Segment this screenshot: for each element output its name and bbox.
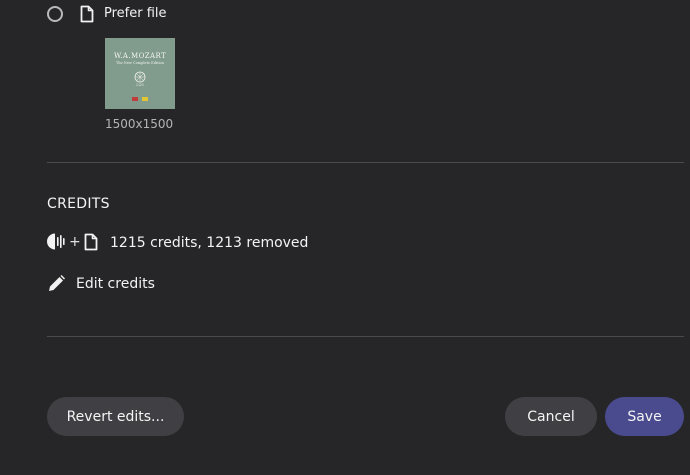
edit-dialog: Prefer file W.A.MOZART The New Complete … (0, 0, 690, 475)
pencil-icon (49, 275, 65, 291)
credits-summary-row: + 1215 credits, 1213 removed (47, 232, 447, 252)
plus-sign: + (69, 234, 81, 250)
save-button[interactable]: Save (605, 397, 684, 436)
file-icon (84, 233, 98, 251)
revert-edits-button[interactable]: Revert edits... (47, 397, 184, 436)
section-divider (47, 162, 684, 163)
album-label-mark (132, 97, 138, 101)
album-cover-number: 225 (136, 82, 144, 87)
prefer-file-radio[interactable] (47, 6, 63, 22)
edit-credits-link[interactable]: Edit credits (47, 273, 207, 295)
audio-file-icon (47, 233, 65, 250)
credits-summary-text: 1215 credits, 1213 removed (110, 235, 309, 251)
album-label-mark (142, 97, 148, 101)
section-divider (47, 336, 684, 337)
album-cover-subtitle: The New Complete Edition (116, 61, 164, 65)
album-cover-artist: W.A.MOZART (113, 52, 167, 60)
file-icon (80, 5, 94, 23)
cancel-button[interactable]: Cancel (505, 397, 597, 436)
credits-section-title: CREDITS (47, 196, 110, 212)
prefer-file-label[interactable]: Prefer file (104, 6, 167, 22)
cover-dimensions: 1500x1500 (105, 117, 174, 131)
edit-credits-label[interactable]: Edit credits (76, 275, 155, 293)
album-cover-image[interactable]: W.A.MOZART The New Complete Edition 225 (105, 38, 175, 109)
